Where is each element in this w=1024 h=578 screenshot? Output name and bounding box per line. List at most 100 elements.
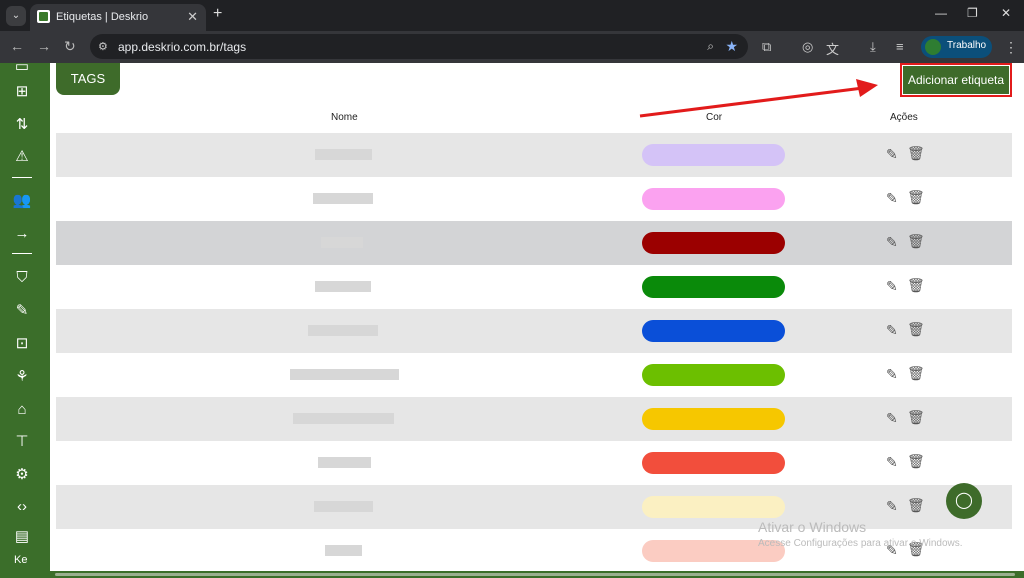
back-icon[interactable]: ←: [10, 38, 24, 54]
avatar: [925, 39, 941, 55]
table-row: ✎ 🗑: [56, 221, 1012, 265]
download-icon[interactable]: ⤓: [870, 39, 876, 55]
tab-close-icon[interactable]: ✕: [187, 9, 198, 25]
tag-color-swatch: [642, 408, 785, 430]
tag-color-swatch: [642, 364, 785, 386]
robot-icon[interactable]: ⊡: [12, 334, 32, 354]
table-row: ✎ 🗑: [56, 177, 1012, 221]
translate-icon[interactable]: 文: [826, 39, 839, 58]
tag-color-swatch: [642, 452, 785, 474]
address-bar[interactable]: ⚙ app.deskrio.com.br/tags ⌕ ★: [90, 34, 748, 59]
edit-pencil-icon[interactable]: ✎: [886, 146, 898, 163]
edit-pencil-icon[interactable]: ✎: [886, 410, 898, 427]
zoom-icon[interactable]: ⌕: [707, 39, 714, 54]
flow-icon[interactable]: ⇅: [12, 115, 32, 135]
browser-tab[interactable]: Etiquetas | Deskrio ✕: [30, 4, 206, 31]
delete-trash-icon[interactable]: 🗑: [907, 321, 925, 338]
tag-name-redacted: [308, 325, 378, 336]
browser-menu-icon[interactable]: ⋮: [1004, 39, 1018, 56]
tag-name-redacted: [321, 237, 363, 248]
incognito-icon[interactable]: ◎: [802, 39, 813, 55]
delete-trash-icon[interactable]: 🗑: [907, 233, 925, 250]
edit-pencil-icon[interactable]: ✎: [886, 498, 898, 515]
bookmark-star-icon[interactable]: ★: [725, 38, 738, 55]
browser-tab-bar: ⌄ Etiquetas | Deskrio ✕ + — ❐ ✕: [0, 0, 1024, 31]
column-header-name: Nome: [331, 112, 358, 123]
tab-title: Etiquetas | Deskrio: [56, 11, 149, 23]
reading-list-icon[interactable]: ≡: [896, 39, 904, 54]
chat-bubble-icon: ◯: [955, 492, 973, 509]
table-row: ✎ 🗑: [56, 485, 1012, 529]
site-info-icon[interactable]: ⚙: [98, 40, 111, 53]
chat-button[interactable]: ◯: [946, 483, 982, 519]
browser-toolbar: ← → ↻ ⚙ app.deskrio.com.br/tags ⌕ ★ ⧉ ◎ …: [0, 31, 1024, 63]
tab-search-icon[interactable]: ⌄: [6, 6, 26, 26]
tag-name-redacted: [314, 501, 373, 512]
main-content: TAGS Adicionar etiqueta Nome Cor Ações ✎…: [50, 63, 1024, 571]
chat-add-icon[interactable]: ⊞: [12, 82, 32, 102]
inbox-icon[interactable]: ▭: [12, 57, 32, 77]
settings-gear-icon[interactable]: ⚙: [12, 465, 32, 485]
tags-icon[interactable]: ⌂: [12, 400, 32, 420]
edit-pencil-icon[interactable]: ✎: [886, 278, 898, 295]
edit-pencil-icon[interactable]: ✎: [886, 234, 898, 251]
windows-watermark-title: Ativar o Windows: [758, 519, 867, 535]
edit-pencil-icon[interactable]: ✎: [886, 190, 898, 207]
favicon-icon: [37, 10, 50, 23]
tag-name-redacted: [325, 545, 362, 556]
column-header-actions: Ações: [890, 112, 918, 123]
feedback-icon[interactable]: ⚠: [12, 147, 32, 167]
tag-color-swatch: [642, 276, 785, 298]
horizontal-scrollbar[interactable]: [55, 573, 1015, 576]
edit-pencil-icon[interactable]: ✎: [886, 366, 898, 383]
tag-name-redacted: [293, 413, 394, 424]
table-row: ✎ 🗑: [56, 353, 1012, 397]
table-row: ✎ 🗑: [56, 529, 1012, 571]
table-row: ✎ 🗑: [56, 397, 1012, 441]
edit-pencil-icon[interactable]: ✎: [886, 454, 898, 471]
url-text[interactable]: app.deskrio.com.br/tags: [118, 40, 246, 54]
add-tag-button[interactable]: Adicionar etiqueta: [900, 63, 1012, 97]
minimize-icon[interactable]: —: [935, 6, 947, 20]
ticket-icon[interactable]: ▤: [12, 527, 32, 547]
user-initials[interactable]: Ke: [14, 554, 27, 566]
app-sidebar: ▭ ⊞ ⇅ ⚠ 👥 → ⛉ ✎ ⊡ ⚘ ⌂ ⊤ ⚙ ‹› ▤ Ke: [0, 58, 50, 578]
arrow-right-icon[interactable]: →: [12, 224, 32, 244]
tag-name-redacted: [315, 281, 371, 292]
delete-trash-icon[interactable]: 🗑: [907, 453, 925, 470]
column-header-color: Cor: [706, 112, 723, 123]
tag-name-redacted: [313, 193, 373, 204]
delete-trash-icon[interactable]: 🗑: [907, 277, 925, 294]
annotation-arrow: [639, 79, 878, 118]
sitemap-icon[interactable]: ⊤: [12, 432, 32, 452]
new-tab-icon[interactable]: +: [213, 5, 222, 23]
table-row: ✎ 🗑: [56, 309, 1012, 353]
contacts-icon[interactable]: 👥: [12, 191, 32, 211]
windows-watermark-text: Acesse Configurações para ativar o Windo…: [758, 538, 963, 549]
restore-icon[interactable]: ❐: [967, 6, 978, 20]
tag-color-swatch: [642, 320, 785, 342]
edit-pencil-icon[interactable]: ✎: [886, 322, 898, 339]
tag-name-redacted: [318, 457, 371, 468]
tag-color-swatch: [642, 232, 785, 254]
delete-trash-icon[interactable]: 🗑: [907, 409, 925, 426]
sidebar-divider: [12, 177, 32, 178]
shield-icon[interactable]: ⛉: [12, 268, 32, 288]
reload-icon[interactable]: ↻: [64, 38, 76, 55]
delete-trash-icon[interactable]: 🗑: [907, 145, 925, 162]
tag-color-swatch: [642, 188, 785, 210]
table-row: ✎ 🗑: [56, 265, 1012, 309]
code-icon[interactable]: ‹›: [12, 497, 32, 517]
forward-icon[interactable]: →: [37, 38, 51, 54]
delete-trash-icon[interactable]: 🗑: [907, 365, 925, 382]
delete-trash-icon[interactable]: 🗑: [907, 497, 925, 514]
table-row: ✎ 🗑: [56, 133, 1012, 177]
profile-button[interactable]: Trabalho: [921, 36, 992, 58]
sidebar-divider: [12, 253, 32, 254]
notes-icon[interactable]: ✎: [12, 301, 32, 321]
webhook-icon[interactable]: ⚘: [12, 367, 32, 387]
tag-name-redacted: [315, 149, 372, 160]
delete-trash-icon[interactable]: 🗑: [907, 189, 925, 206]
window-close-icon[interactable]: ✕: [1001, 6, 1011, 20]
extensions-icon[interactable]: ⧉: [762, 39, 771, 55]
